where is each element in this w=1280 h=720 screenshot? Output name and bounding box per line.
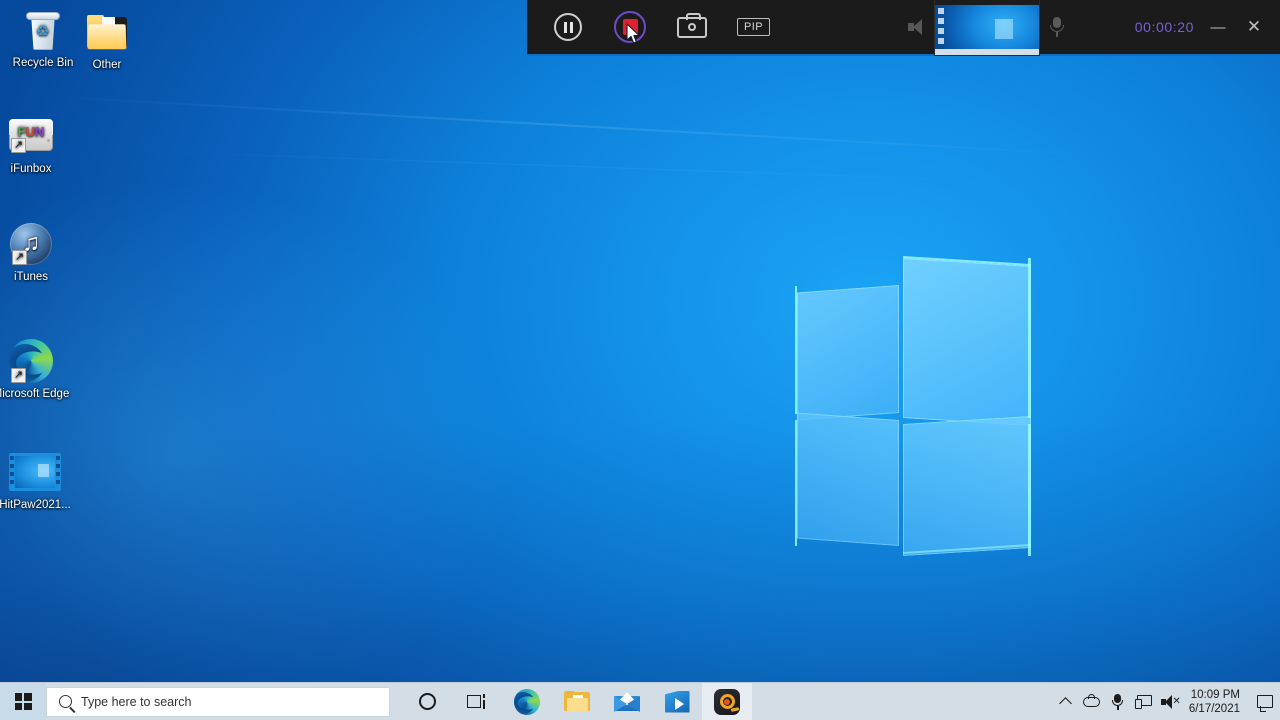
edge-icon <box>514 688 540 715</box>
shortcut-arrow-icon: ↗ <box>11 368 26 383</box>
stop-icon <box>614 11 646 43</box>
clock-date: 6/17/2021 <box>1188 702 1240 715</box>
ifunbox-letter-u: U <box>25 124 35 139</box>
ifunbox-letter-f: F <box>17 124 26 139</box>
tray-item-onedrive[interactable] <box>1079 683 1105 720</box>
screen-recorder-toolbar: PIP 00:00:20 — ✕ <box>527 0 1280 56</box>
taskbar-item-task-view[interactable] <box>452 683 502 720</box>
folder-icon <box>64 8 150 56</box>
taskbar-item-file-explorer[interactable] <box>552 683 602 720</box>
tray-item-network[interactable] <box>1131 683 1157 720</box>
desktop-icon-label: Microsoft Edge <box>0 388 70 400</box>
show-hidden-icons-button[interactable] <box>1053 683 1079 720</box>
taskbar-item-mail[interactable] <box>602 683 652 720</box>
start-button[interactable] <box>0 682 46 720</box>
cortana-icon <box>418 693 436 710</box>
wallpaper-floor-shading <box>0 420 1280 720</box>
windows-logo-wallpaper <box>795 250 1035 556</box>
movies-tv-icon <box>664 690 690 713</box>
desktop-icon-hitpaw-recording[interactable]: HitPaw2021... <box>0 448 78 512</box>
volume-muted-icon: ✕ <box>1161 694 1181 709</box>
file-explorer-icon <box>564 691 590 712</box>
desktop-icon-itunes[interactable]: ♫ ↗ iTunes <box>0 220 74 284</box>
taskbar-item-hitpaw[interactable] <box>702 682 752 720</box>
taskbar-item-edge[interactable] <box>502 683 552 720</box>
clock[interactable]: 10:09 PM 6/17/2021 <box>1183 683 1250 720</box>
windows-start-icon <box>14 693 32 710</box>
pause-icon <box>554 13 582 41</box>
pip-label: PIP <box>737 18 770 36</box>
ifunbox-icon: FUN ↗ <box>0 112 74 160</box>
desktop-icon-label: Other <box>92 59 122 71</box>
shortcut-arrow-icon: ↗ <box>11 138 26 153</box>
minimize-button[interactable]: — <box>1200 0 1236 55</box>
system-sound-toggle[interactable] <box>904 0 930 55</box>
screenshot-button[interactable] <box>665 0 719 55</box>
desktop-icon-label: iTunes <box>13 271 49 283</box>
pause-button[interactable] <box>541 0 595 55</box>
tray-item-volume[interactable]: ✕ <box>1157 683 1183 720</box>
microphone-icon <box>1112 693 1124 710</box>
search-icon <box>59 695 72 708</box>
taskbar-item-cortana[interactable] <box>402 683 452 720</box>
desktop-background[interactable]: ♻ Recycle Bin Other FUN ↗ iFunbox ♫ ↗ iT… <box>0 0 1280 720</box>
itunes-icon: ♫ ↗ <box>0 220 74 268</box>
microsoft-edge-icon: ↗ <box>0 337 74 385</box>
chevron-up-icon <box>1059 697 1073 710</box>
desktop-icon-label: HitPaw2021... <box>0 499 71 511</box>
hitpaw-video-file-icon <box>0 448 78 496</box>
taskbar-item-movies-tv[interactable] <box>652 683 702 720</box>
wallpaper-light-beam-secondary <box>119 150 1020 183</box>
microphone-icon <box>1049 17 1065 37</box>
recording-timer: 00:00:20 <box>1134 19 1194 35</box>
wallpaper-light-beam <box>39 95 1099 157</box>
task-view-icon <box>467 693 487 710</box>
pip-button[interactable]: PIP <box>729 0 778 55</box>
search-input[interactable]: Type here to search <box>46 686 390 717</box>
network-icon <box>1135 694 1153 709</box>
action-center-icon <box>1257 695 1273 712</box>
action-center-button[interactable] <box>1250 683 1280 720</box>
system-tray: ✕ 10:09 PM 6/17/2021 <box>1053 683 1280 720</box>
desktop-icon-microsoft-edge[interactable]: ↗ Microsoft Edge <box>0 337 74 401</box>
ifunbox-letter-n: N <box>34 124 45 139</box>
mail-icon <box>614 692 640 712</box>
onedrive-icon <box>1083 694 1101 709</box>
shortcut-arrow-icon: ↗ <box>12 250 27 265</box>
desktop-icon-label: iFunbox <box>10 163 52 175</box>
desktop-icon-other[interactable]: Other <box>64 8 150 72</box>
taskbar: Type here to search ✕ 10:09 PM 6/17/2021 <box>0 682 1280 720</box>
camera-icon <box>677 12 707 38</box>
hitpaw-icon <box>714 688 740 715</box>
microphone-toggle[interactable] <box>1044 0 1070 55</box>
recording-preview-thumbnail[interactable] <box>933 0 1040 56</box>
speaker-icon <box>907 19 926 35</box>
search-placeholder: Type here to search <box>81 694 192 709</box>
clock-time: 10:09 PM <box>1190 688 1240 701</box>
desktop-icon-ifunbox[interactable]: FUN ↗ iFunbox <box>0 112 74 176</box>
close-button[interactable]: ✕ <box>1236 0 1272 55</box>
stop-recording-button[interactable] <box>603 0 657 55</box>
tray-item-microphone[interactable] <box>1105 683 1131 720</box>
